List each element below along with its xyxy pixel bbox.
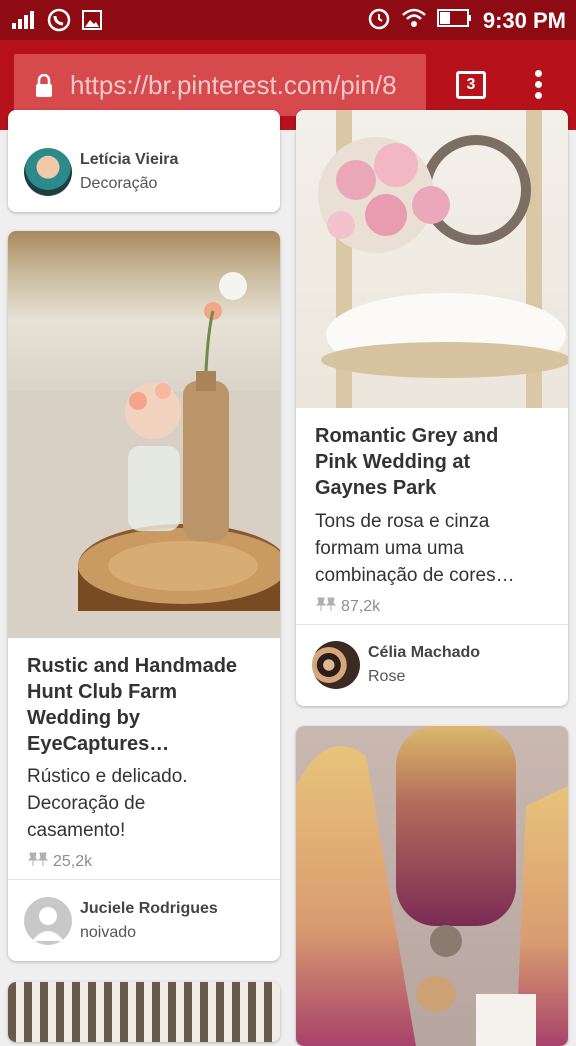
battery-icon — [436, 8, 473, 34]
pushpin-icon — [315, 596, 337, 617]
pin-description: Rústico e delicado. Decoração de casamen… — [27, 766, 188, 841]
status-bar: 9:30 PM — [0, 0, 576, 40]
url-text: https://br.pinterest.com/pin/8 — [70, 70, 397, 100]
signal-icon — [12, 11, 36, 34]
wifi-icon — [401, 7, 427, 35]
tab-switcher-button[interactable]: 3 — [456, 71, 486, 99]
avatar[interactable] — [24, 897, 72, 945]
pinner-name[interactable]: Letícia Vieira — [80, 151, 178, 169]
avatar[interactable] — [312, 641, 360, 689]
board-name[interactable]: Decoração — [80, 175, 157, 193]
save-count: 87,2k — [315, 596, 380, 617]
pin-description: Tons de rosa e cinza formam uma uma comb… — [315, 511, 515, 586]
save-count: 25,2k — [27, 851, 92, 872]
pin-card-bottom-left[interactable] — [8, 982, 280, 1042]
board-name[interactable]: Rose — [368, 668, 405, 686]
pin-card-romantic[interactable]: Romantic Grey and Pink Wedding at Gaynes… — [296, 110, 568, 706]
divider — [296, 624, 568, 625]
gallery-icon — [82, 10, 102, 35]
pin-image[interactable] — [296, 110, 568, 408]
pinner-name[interactable]: Juciele Rodrigues — [80, 900, 218, 918]
overflow-menu-icon[interactable] — [530, 70, 546, 104]
divider — [8, 879, 280, 880]
lock-icon — [34, 73, 54, 103]
clock-time: 9:30 PM — [482, 8, 566, 33]
pin-card-rustic[interactable]: Rustic and Handmade Hunt Club Farm Weddi… — [8, 231, 280, 961]
alarm-icon — [367, 6, 391, 36]
pin-card-top-left[interactable]: Letícia Vieira Decoração — [8, 110, 280, 212]
pushpin-icon — [27, 851, 49, 872]
board-name[interactable]: noivado — [80, 924, 136, 942]
pin-image[interactable] — [8, 231, 280, 638]
avatar[interactable] — [24, 148, 72, 196]
pin-title[interactable]: Romantic Grey and Pink Wedding at Gaynes… — [315, 423, 560, 501]
pin-card-glitter[interactable] — [296, 726, 568, 1046]
pinner-name[interactable]: Célia Machado — [368, 644, 480, 662]
whatsapp-icon — [46, 7, 72, 38]
pin-image[interactable] — [8, 982, 280, 1042]
pin-image[interactable] — [296, 726, 568, 1046]
url-field[interactable]: https://br.pinterest.com/pin/8 — [14, 54, 426, 116]
pin-title[interactable]: Rustic and Handmade Hunt Club Farm Weddi… — [27, 653, 272, 757]
